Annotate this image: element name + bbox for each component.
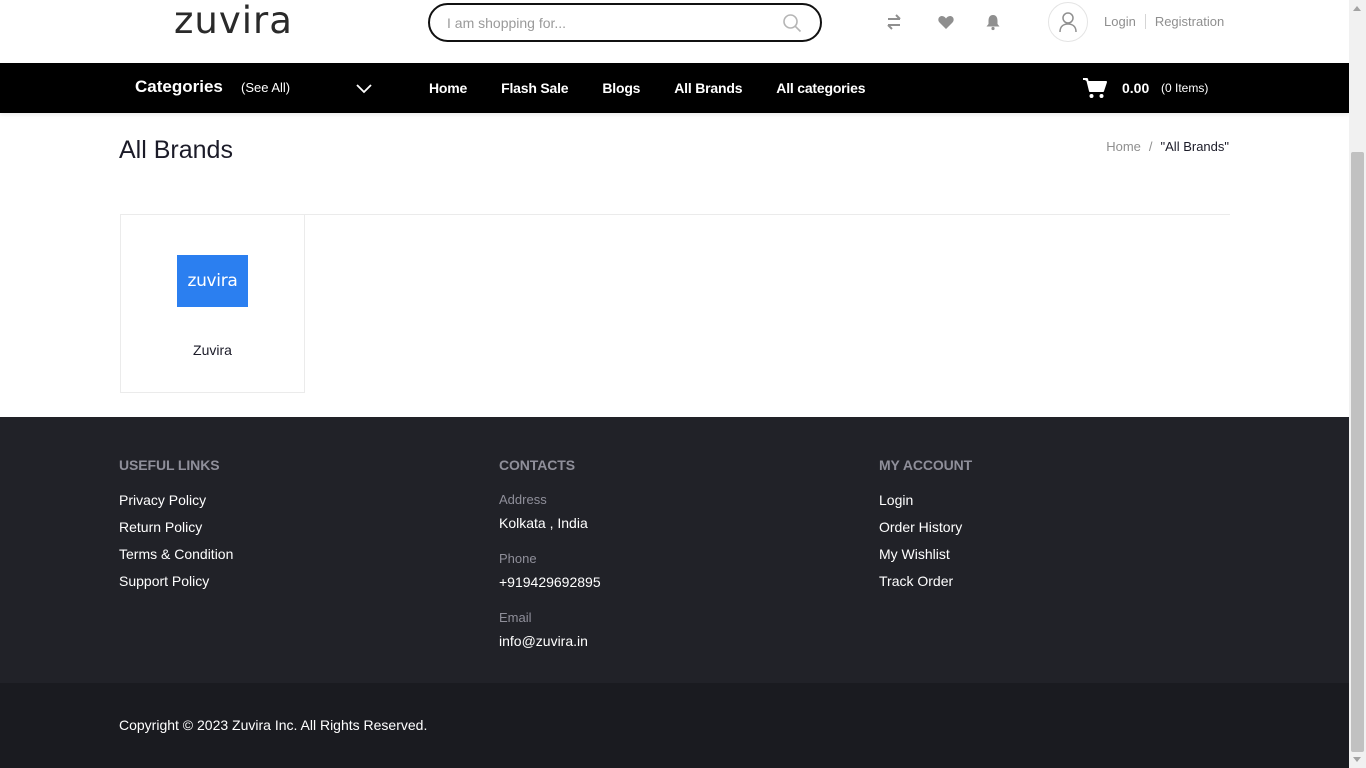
- brand-card[interactable]: zuvira Zuvira: [120, 214, 305, 393]
- compare-icon[interactable]: [885, 13, 903, 31]
- brand-name[interactable]: Zuvira: [121, 342, 304, 358]
- footer-link-privacy-policy[interactable]: Privacy Policy: [119, 492, 233, 508]
- login-link[interactable]: Login: [1104, 14, 1136, 29]
- search-icon[interactable]: [782, 13, 802, 33]
- contacts-heading: CONTACTS: [499, 457, 575, 473]
- vertical-scrollbar[interactable]: [1349, 0, 1366, 768]
- email-value[interactable]: info@zuvira.in: [499, 633, 601, 649]
- nav-all-brands[interactable]: All Brands: [674, 80, 742, 96]
- see-all-categories-link[interactable]: (See All): [241, 80, 290, 95]
- breadcrumb-separator: /: [1148, 139, 1153, 154]
- breadcrumb-current[interactable]: "All Brands": [1161, 139, 1229, 154]
- footer-link-support-policy[interactable]: Support Policy: [119, 573, 233, 589]
- bell-icon[interactable]: [984, 13, 1002, 31]
- useful-links-heading: USEFUL LINKS: [119, 457, 220, 473]
- footer-link-wishlist[interactable]: My Wishlist: [879, 546, 972, 562]
- site-logo[interactable]: zuvira: [174, 2, 293, 40]
- brand-logo[interactable]: zuvira: [177, 255, 248, 307]
- my-account-heading: MY ACCOUNT: [879, 457, 973, 473]
- footer-link-return-policy[interactable]: Return Policy: [119, 519, 233, 535]
- breadcrumb: Home / "All Brands": [1106, 139, 1229, 154]
- avatar[interactable]: [1048, 2, 1088, 42]
- cart-amount[interactable]: 0.00: [1122, 80, 1149, 96]
- footer-link-order-history[interactable]: Order History: [879, 519, 972, 535]
- address-label: Address: [499, 492, 547, 507]
- nav-blogs[interactable]: Blogs: [602, 80, 640, 96]
- page-title: All Brands: [119, 136, 233, 164]
- footer-link-login[interactable]: Login: [879, 492, 972, 508]
- cart-item-count[interactable]: (0 Items): [1161, 81, 1208, 95]
- phone-label: Phone: [499, 551, 537, 566]
- footer-my-account: MY ACCOUNT Login Order History My Wishli…: [879, 457, 972, 600]
- nav-home[interactable]: Home: [429, 80, 467, 96]
- main-navbar: Categories (See All) Home Flash Sale Blo…: [0, 63, 1349, 113]
- auth-links: Login Registration: [1104, 14, 1224, 29]
- copyright-text: Copyright © 2023 Zuvira Inc. All Rights …: [119, 717, 428, 733]
- heart-icon[interactable]: [937, 13, 955, 31]
- top-header: zuvira Login Registration: [0, 0, 1349, 63]
- nav-all-categories[interactable]: All categories: [776, 80, 865, 96]
- scroll-up-arrow-icon[interactable]: [1353, 6, 1361, 11]
- footer-useful-links: USEFUL LINKS Privacy Policy Return Polic…: [119, 457, 233, 600]
- nav-flash-sale[interactable]: Flash Sale: [501, 80, 568, 96]
- footer-link-terms[interactable]: Terms & Condition: [119, 546, 233, 562]
- address-value: Kolkata , India: [499, 515, 588, 531]
- scroll-down-arrow-icon[interactable]: [1353, 757, 1361, 762]
- breadcrumb-home[interactable]: Home: [1106, 139, 1141, 154]
- user-icon: [1059, 12, 1077, 33]
- search-box: [428, 3, 822, 42]
- footer: USEFUL LINKS Privacy Policy Return Polic…: [0, 417, 1349, 683]
- email-label: Email: [499, 610, 532, 625]
- cart-icon[interactable]: [1082, 77, 1108, 99]
- scrollbar-thumb[interactable]: [1351, 152, 1364, 752]
- categories-title[interactable]: Categories: [135, 77, 223, 97]
- footer-link-track-order[interactable]: Track Order: [879, 573, 972, 589]
- nav-links: Home Flash Sale Blogs All Brands All cat…: [429, 80, 899, 96]
- search-input[interactable]: [447, 10, 767, 35]
- copyright-bar: Copyright © 2023 Zuvira Inc. All Rights …: [0, 683, 1349, 768]
- auth-divider: [1144, 14, 1146, 29]
- chevron-down-icon[interactable]: [355, 81, 373, 95]
- registration-link[interactable]: Registration: [1155, 14, 1224, 29]
- phone-value[interactable]: +919429692895: [499, 574, 601, 590]
- footer-contacts: CONTACTS Address Kolkata , India Phone +…: [499, 457, 601, 669]
